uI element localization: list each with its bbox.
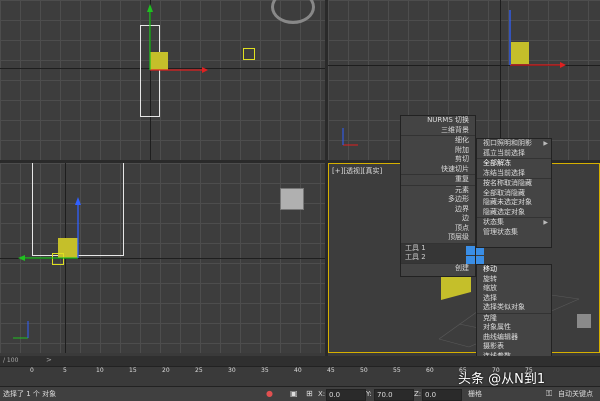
autokey-button[interactable]: 自动关键点 xyxy=(558,389,593,399)
menu-item[interactable]: 克隆 xyxy=(477,312,551,324)
menu-item[interactable]: 三维背景 xyxy=(401,126,475,136)
menu-item[interactable]: 状态集 ▶ xyxy=(477,217,551,228)
time-slider[interactable]: / 100 > xyxy=(0,356,600,366)
menu-item[interactable]: 按名称取消隐藏 xyxy=(477,178,551,189)
timeline-tick-label: 0 xyxy=(30,367,34,374)
timeline-tick-label: 40 xyxy=(294,367,302,374)
quad-header-tools2: 工具 2 xyxy=(401,253,475,263)
x-label: X: xyxy=(318,390,326,398)
watermark: 头条 @从N到1 xyxy=(458,372,546,387)
submenu-arrow-icon: ▶ xyxy=(543,219,548,226)
menu-item[interactable]: 重复 xyxy=(401,174,475,185)
menu-item[interactable]: NURMS 切换 xyxy=(401,116,475,126)
menu-item[interactable]: 视口照明和阴影 ▶ xyxy=(477,139,551,149)
viewcube-icon[interactable] xyxy=(280,188,304,210)
transform-gizmo-icon[interactable] xyxy=(10,188,90,268)
menu-item[interactable]: 选择 xyxy=(477,294,551,304)
viewport-left[interactable] xyxy=(0,163,325,353)
menu-item[interactable]: 边 xyxy=(401,214,475,224)
menu-item[interactable]: 曲线编辑器 xyxy=(477,333,551,343)
submenu-arrow-icon: ▶ xyxy=(543,140,548,147)
time-slider-next-icon[interactable]: > xyxy=(46,356,52,364)
timeline-tick-label: 15 xyxy=(129,367,137,374)
quad-header-tools1: 工具 1 xyxy=(401,242,475,253)
menu-item[interactable]: 附加 xyxy=(401,146,475,156)
menu-item[interactable]: 元素 xyxy=(401,184,475,196)
menu-item[interactable]: 隐藏未选定对象 xyxy=(477,198,551,208)
timeline-tick-label: 20 xyxy=(162,367,170,374)
frame-readout: / 100 xyxy=(3,357,19,364)
y-label: Y: xyxy=(366,390,372,398)
menu-item-label: 冻结当前选择 xyxy=(483,168,525,177)
axis-tripod-icon xyxy=(13,321,29,339)
menu-item[interactable]: 顶点 xyxy=(401,224,475,234)
menu-item-label: 孤立当前选择 xyxy=(483,148,525,157)
menu-item-label: 状态集 xyxy=(483,218,504,226)
x-coordinate-field[interactable]: 0.0 xyxy=(326,389,366,401)
viewport-label[interactable]: [+][透视][真实] xyxy=(332,166,382,176)
timeline-tick-label: 60 xyxy=(426,367,434,374)
y-coordinate-field[interactable]: 70.0 xyxy=(374,389,414,401)
timeline-tick-label: 30 xyxy=(228,367,236,374)
menu-item-label: 按名称取消隐藏 xyxy=(483,179,532,187)
selection-status: 选择了 1 个 对象 xyxy=(3,390,57,398)
menu-item[interactable]: 冻结当前选择 xyxy=(477,169,551,179)
timeline-tick-label: 35 xyxy=(261,367,269,374)
menu-item-create[interactable]: 创建 xyxy=(401,262,475,274)
menu-item[interactable]: 对象属性 xyxy=(477,323,551,333)
z-coordinate-field[interactable]: 0.0 xyxy=(422,389,462,401)
transform-gizmo-icon[interactable] xyxy=(140,0,220,80)
quad-menu-center-icon xyxy=(466,246,484,264)
menu-item[interactable]: 移动 xyxy=(477,265,551,275)
menu-item[interactable]: 细化 xyxy=(401,135,475,146)
menu-item[interactable]: 旋转 xyxy=(477,275,551,285)
menu-item-label: 管理状态集 xyxy=(483,227,518,236)
timeline-tick-label: 55 xyxy=(393,367,401,374)
menu-item[interactable]: 顶层级 xyxy=(401,233,475,243)
menu-item[interactable]: 缩放 xyxy=(477,284,551,294)
menu-item[interactable]: 摄影表 xyxy=(477,342,551,352)
key-icon[interactable]: ⚿ xyxy=(546,389,552,399)
menu-item[interactable]: 剪切 xyxy=(401,155,475,165)
status-bar: 选择了 1 个 对象 ● ▣ ⊞ X: 0.0 Y: 70.0 Z: 0.0 栅… xyxy=(0,386,600,401)
menu-item-label: 隐藏选定对象 xyxy=(483,207,525,216)
timeline-tick-label: 50 xyxy=(360,367,368,374)
menu-item[interactable]: 多边形 xyxy=(401,195,475,205)
menu-item-label: 全部取消隐藏 xyxy=(483,188,525,197)
menu-item[interactable]: 边界 xyxy=(401,205,475,215)
axis-tripod-icon xyxy=(342,128,358,146)
quad-menu-left: NURMS 切换 三维背景 细化 附加 剪切 快速切片 重复 元素 多边形 边界边顶点 顶层级 工具… xyxy=(400,115,476,277)
pivot-gizmo-icon xyxy=(243,48,255,60)
menu-item[interactable]: 管理状态集 xyxy=(477,228,551,238)
menu-item[interactable]: 选择类似对象 xyxy=(477,303,551,313)
timeline-tick-label: 45 xyxy=(327,367,335,374)
timeline-tick-label: 5 xyxy=(63,367,67,374)
timeline-tick-label: 25 xyxy=(195,367,203,374)
menu-item[interactable]: 隐藏选定对象 xyxy=(477,208,551,218)
transform-gizmo-icon[interactable] xyxy=(498,0,578,80)
viewcube-icon[interactable] xyxy=(577,314,591,328)
lock-icon[interactable]: ● xyxy=(266,389,273,398)
menu-item-label: 隐藏未选定对象 xyxy=(483,198,532,206)
z-label: Z: xyxy=(414,390,422,398)
menu-item[interactable]: 全部解冻 xyxy=(477,158,551,169)
timeline-tick-label: 10 xyxy=(96,367,104,374)
menu-item[interactable]: 快速切片 xyxy=(401,165,475,175)
menu-item[interactable]: 孤立当前选择 xyxy=(477,149,551,159)
quad-menu-right-top: 视口照明和阴影 ▶ 孤立当前选择 全部解冻 冻结当前选择 按名称取消隐藏 全部取消隐藏 隐藏未… xyxy=(476,138,552,248)
viewport-top[interactable] xyxy=(0,0,325,160)
menu-item-label: 视口照明和阴影 xyxy=(483,139,532,147)
menu-item-label: 全部解冻 xyxy=(483,159,511,167)
menu-item[interactable]: 全部取消隐藏 xyxy=(477,189,551,199)
selection-lock-icon[interactable]: ▣ xyxy=(290,389,298,398)
grid-label: 栅格 xyxy=(468,390,482,398)
absolute-mode-icon[interactable]: ⊞ xyxy=(306,389,313,398)
